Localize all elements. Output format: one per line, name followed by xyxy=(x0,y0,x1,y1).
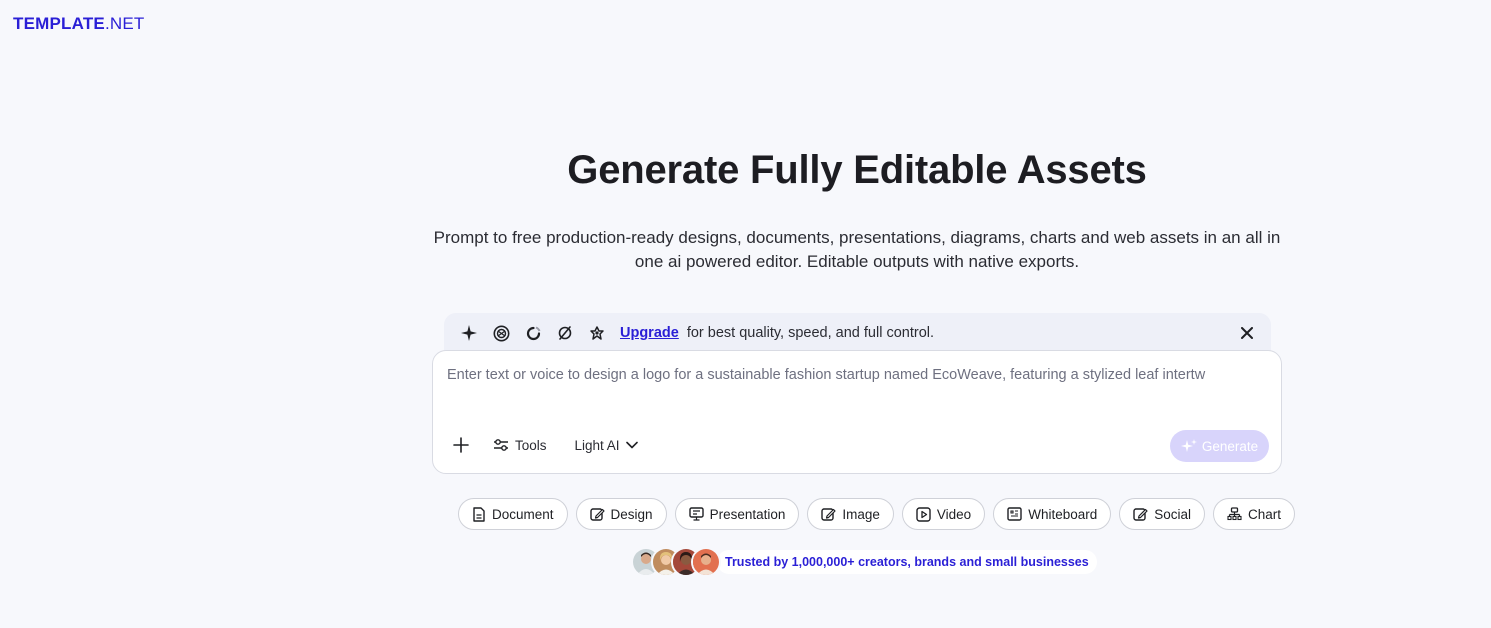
document-icon xyxy=(473,506,485,522)
chip-label: Whiteboard xyxy=(1028,506,1098,522)
prompt-box: Tools Light AI Generate xyxy=(432,350,1282,474)
chip-label: Image xyxy=(842,506,880,522)
chip-label: Social xyxy=(1154,506,1192,522)
page-title: Generate Fully Editable Assets xyxy=(567,148,1147,192)
trust-badge: Trusted by 1,000,000+ creators, brands a… xyxy=(631,547,1097,577)
chip-whiteboard[interactable]: Whiteboard xyxy=(993,498,1112,530)
chip-document[interactable]: Document xyxy=(458,498,568,530)
chip-label: Chart xyxy=(1248,506,1282,522)
flower-icon[interactable] xyxy=(588,324,606,342)
sparkles-icon xyxy=(1180,439,1197,452)
image-icon xyxy=(821,507,836,521)
social-icon xyxy=(1133,507,1148,521)
upgrade-banner: Upgrade for best quality, speed, and ful… xyxy=(444,313,1271,353)
close-icon[interactable] xyxy=(1237,323,1257,343)
upgrade-message: for best quality, speed, and full contro… xyxy=(686,325,935,341)
tools-button[interactable]: Tools xyxy=(493,431,547,459)
sparkle-icon[interactable] xyxy=(460,324,478,342)
logo-tld: .NET xyxy=(104,14,145,33)
page-subtitle: Prompt to free production-ready designs,… xyxy=(433,228,1281,271)
model-select[interactable]: Light AI xyxy=(575,431,638,459)
upgrade-link[interactable]: Upgrade xyxy=(620,325,679,341)
plus-icon xyxy=(453,437,469,453)
design-icon xyxy=(589,507,605,521)
model-select-label: Light AI xyxy=(574,437,620,453)
logo-brand: TEMPLATE xyxy=(13,14,105,33)
chip-label: Video xyxy=(936,506,972,522)
chip-chart[interactable]: Chart xyxy=(1213,498,1296,530)
presentation-icon xyxy=(688,507,704,521)
whiteboard-icon xyxy=(1007,507,1022,521)
prompt-input[interactable] xyxy=(445,363,1265,387)
add-attachment-button[interactable] xyxy=(449,431,473,459)
chip-presentation[interactable]: Presentation xyxy=(674,498,800,530)
generate-button[interactable]: Generate xyxy=(1170,430,1269,462)
chip-image[interactable]: Image xyxy=(807,498,894,530)
asset-type-chips: Document Design Presentation Image Video… xyxy=(458,498,1296,530)
chevron-down-icon xyxy=(625,441,638,449)
chip-design[interactable]: Design xyxy=(575,498,667,530)
generate-label: Generate xyxy=(1201,438,1259,454)
openai-icon[interactable] xyxy=(492,324,510,342)
sliders-icon xyxy=(494,439,508,451)
chart-icon xyxy=(1227,507,1242,521)
avatar xyxy=(691,547,721,577)
prompt-toolbar: Tools Light AI xyxy=(449,431,638,459)
video-icon xyxy=(916,506,931,522)
template-net-logo[interactable]: TEMPLATE.NET xyxy=(13,14,144,34)
chip-social[interactable]: Social xyxy=(1119,498,1206,530)
chip-label: Design xyxy=(610,506,653,522)
avatar-group xyxy=(631,547,721,577)
trust-text: Trusted by 1,000,000+ creators, brands a… xyxy=(717,550,1097,574)
swirl-icon[interactable] xyxy=(556,324,574,342)
chip-label: Document xyxy=(492,506,554,522)
chip-label: Presentation xyxy=(709,506,786,522)
tools-label: Tools xyxy=(515,437,547,453)
chip-video[interactable]: Video xyxy=(901,498,986,530)
circle-loop-icon[interactable] xyxy=(524,324,542,342)
